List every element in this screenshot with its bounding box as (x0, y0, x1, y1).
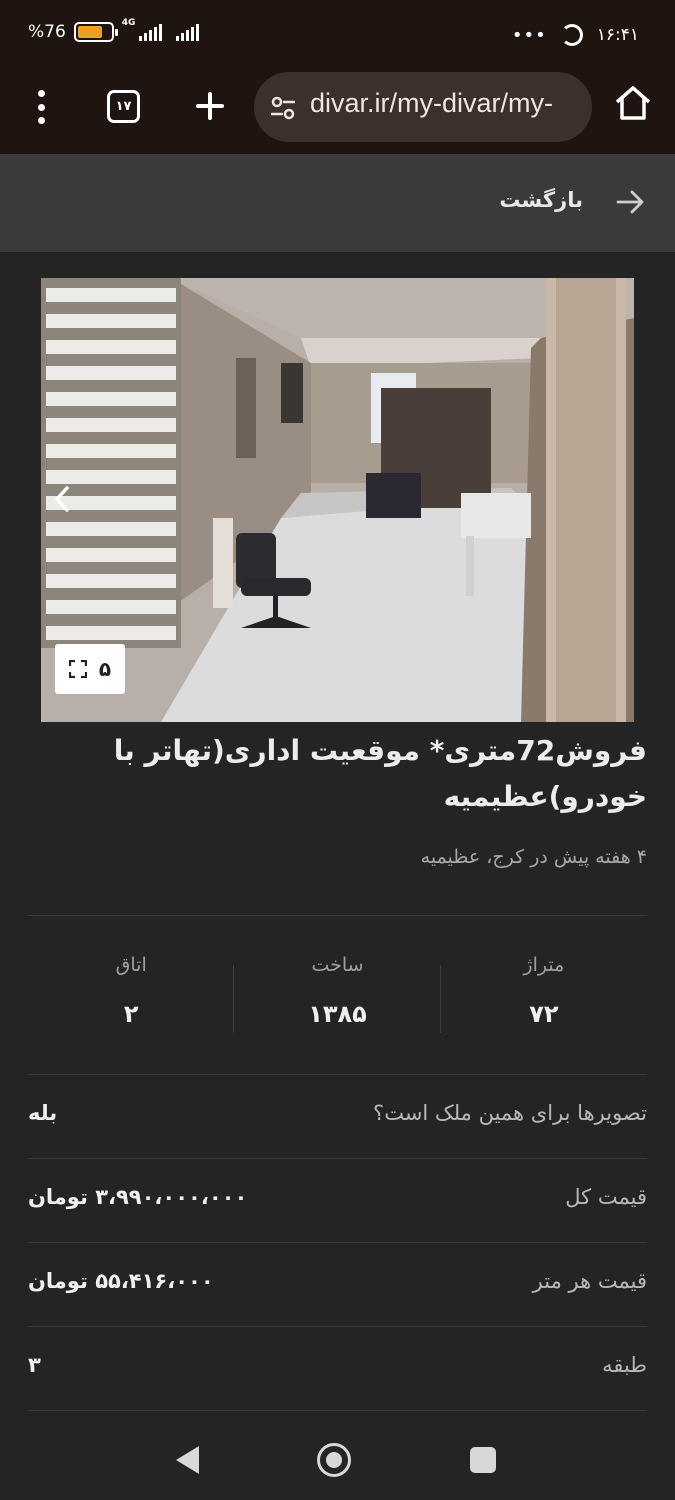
previous-photo-icon[interactable] (51, 484, 73, 514)
expand-icon (68, 660, 87, 678)
stat-label: ساخت (311, 954, 364, 976)
detail-row-floor: طبقه ۳ (28, 1327, 647, 1411)
status-left: %76 4G (28, 18, 200, 42)
detail-row-photos-authentic: تصویرها برای همین ملک است؟ بله (28, 1075, 647, 1159)
stat-label: اتاق (115, 954, 147, 976)
stat-area: متراژ ۷۲ (441, 950, 647, 1040)
detail-value: ۳ (28, 1353, 41, 1377)
photo-count: ۵ (98, 657, 112, 681)
tab-switcher-button[interactable]: ۱۷ (107, 90, 140, 123)
back-arrow-icon[interactable] (615, 187, 645, 217)
stat-year-built: ساخت ۱۳۸۵ (234, 950, 442, 1040)
more-notifications-icon: ••• (511, 24, 547, 46)
status-bar: %76 4G ••• ۱۶:۴۱ (0, 0, 675, 62)
new-tab-icon[interactable] (190, 86, 230, 126)
network-type: 4G (121, 18, 136, 28)
photo-count-badge[interactable]: ۵ (55, 644, 125, 694)
browser-toolbar: ۱۷ divar.ir/my-divar/my- (0, 62, 675, 154)
stat-label: متراژ (523, 954, 565, 976)
divider (28, 1410, 647, 1411)
stat-value: ۱۳۸۵ (308, 1000, 367, 1028)
detail-row-total-price: قیمت کل ۳،۹۹۰،۰۰۰،۰۰۰ تومان (28, 1159, 647, 1243)
signal-icon (139, 23, 163, 41)
detail-row-price-per-meter: قیمت هر متر ۵۵،۴۱۶،۰۰۰ تومان (28, 1243, 647, 1327)
page-header: بازگشت (0, 154, 675, 252)
nav-recents-icon[interactable] (470, 1447, 496, 1473)
listing-photo[interactable]: ۵ (41, 278, 634, 722)
nav-home-icon[interactable] (317, 1443, 351, 1477)
status-right: ••• ۱۶:۴۱ (512, 24, 639, 46)
listing-subtitle: ۴ هفته پیش در کرج، عظیمیه (420, 846, 647, 868)
divider (28, 915, 647, 916)
home-icon[interactable] (612, 82, 654, 124)
nav-back-icon[interactable] (176, 1446, 199, 1474)
detail-value: ۵۵،۴۱۶،۰۰۰ تومان (28, 1269, 214, 1293)
property-stats: متراژ ۷۲ ساخت ۱۳۸۵ اتاق ۲ (28, 950, 647, 1040)
site-settings-icon[interactable] (270, 96, 296, 120)
detail-value: بله (28, 1101, 58, 1125)
address-bar[interactable]: divar.ir/my-divar/my- (254, 72, 592, 142)
sync-icon (560, 24, 583, 46)
browser-menu-icon[interactable] (30, 90, 52, 124)
stat-value: ۲ (123, 1000, 139, 1028)
clock: ۱۶:۴۱ (596, 25, 639, 45)
battery-percent: %76 (28, 22, 66, 42)
detail-label: تصویرها برای همین ملک است؟ (373, 1101, 647, 1125)
stat-rooms: اتاق ۲ (28, 950, 235, 1040)
signal-icon-2 (176, 23, 200, 41)
system-nav-bar (0, 1420, 675, 1500)
detail-label: طبقه (602, 1353, 647, 1377)
url-text[interactable]: divar.ir/my-divar/my- (310, 88, 553, 119)
detail-label: قیمت هر متر (532, 1269, 647, 1293)
office-room-image (41, 278, 634, 722)
back-button[interactable]: بازگشت (499, 188, 583, 212)
listing-title: فروش72متری* موقعیت اداری(تهاتر با خودرو)… (113, 734, 647, 813)
battery-icon (73, 22, 118, 42)
stat-value: ۷۲ (529, 1000, 559, 1028)
detail-label: قیمت کل (565, 1185, 647, 1209)
detail-value: ۳،۹۹۰،۰۰۰،۰۰۰ تومان (28, 1185, 248, 1209)
